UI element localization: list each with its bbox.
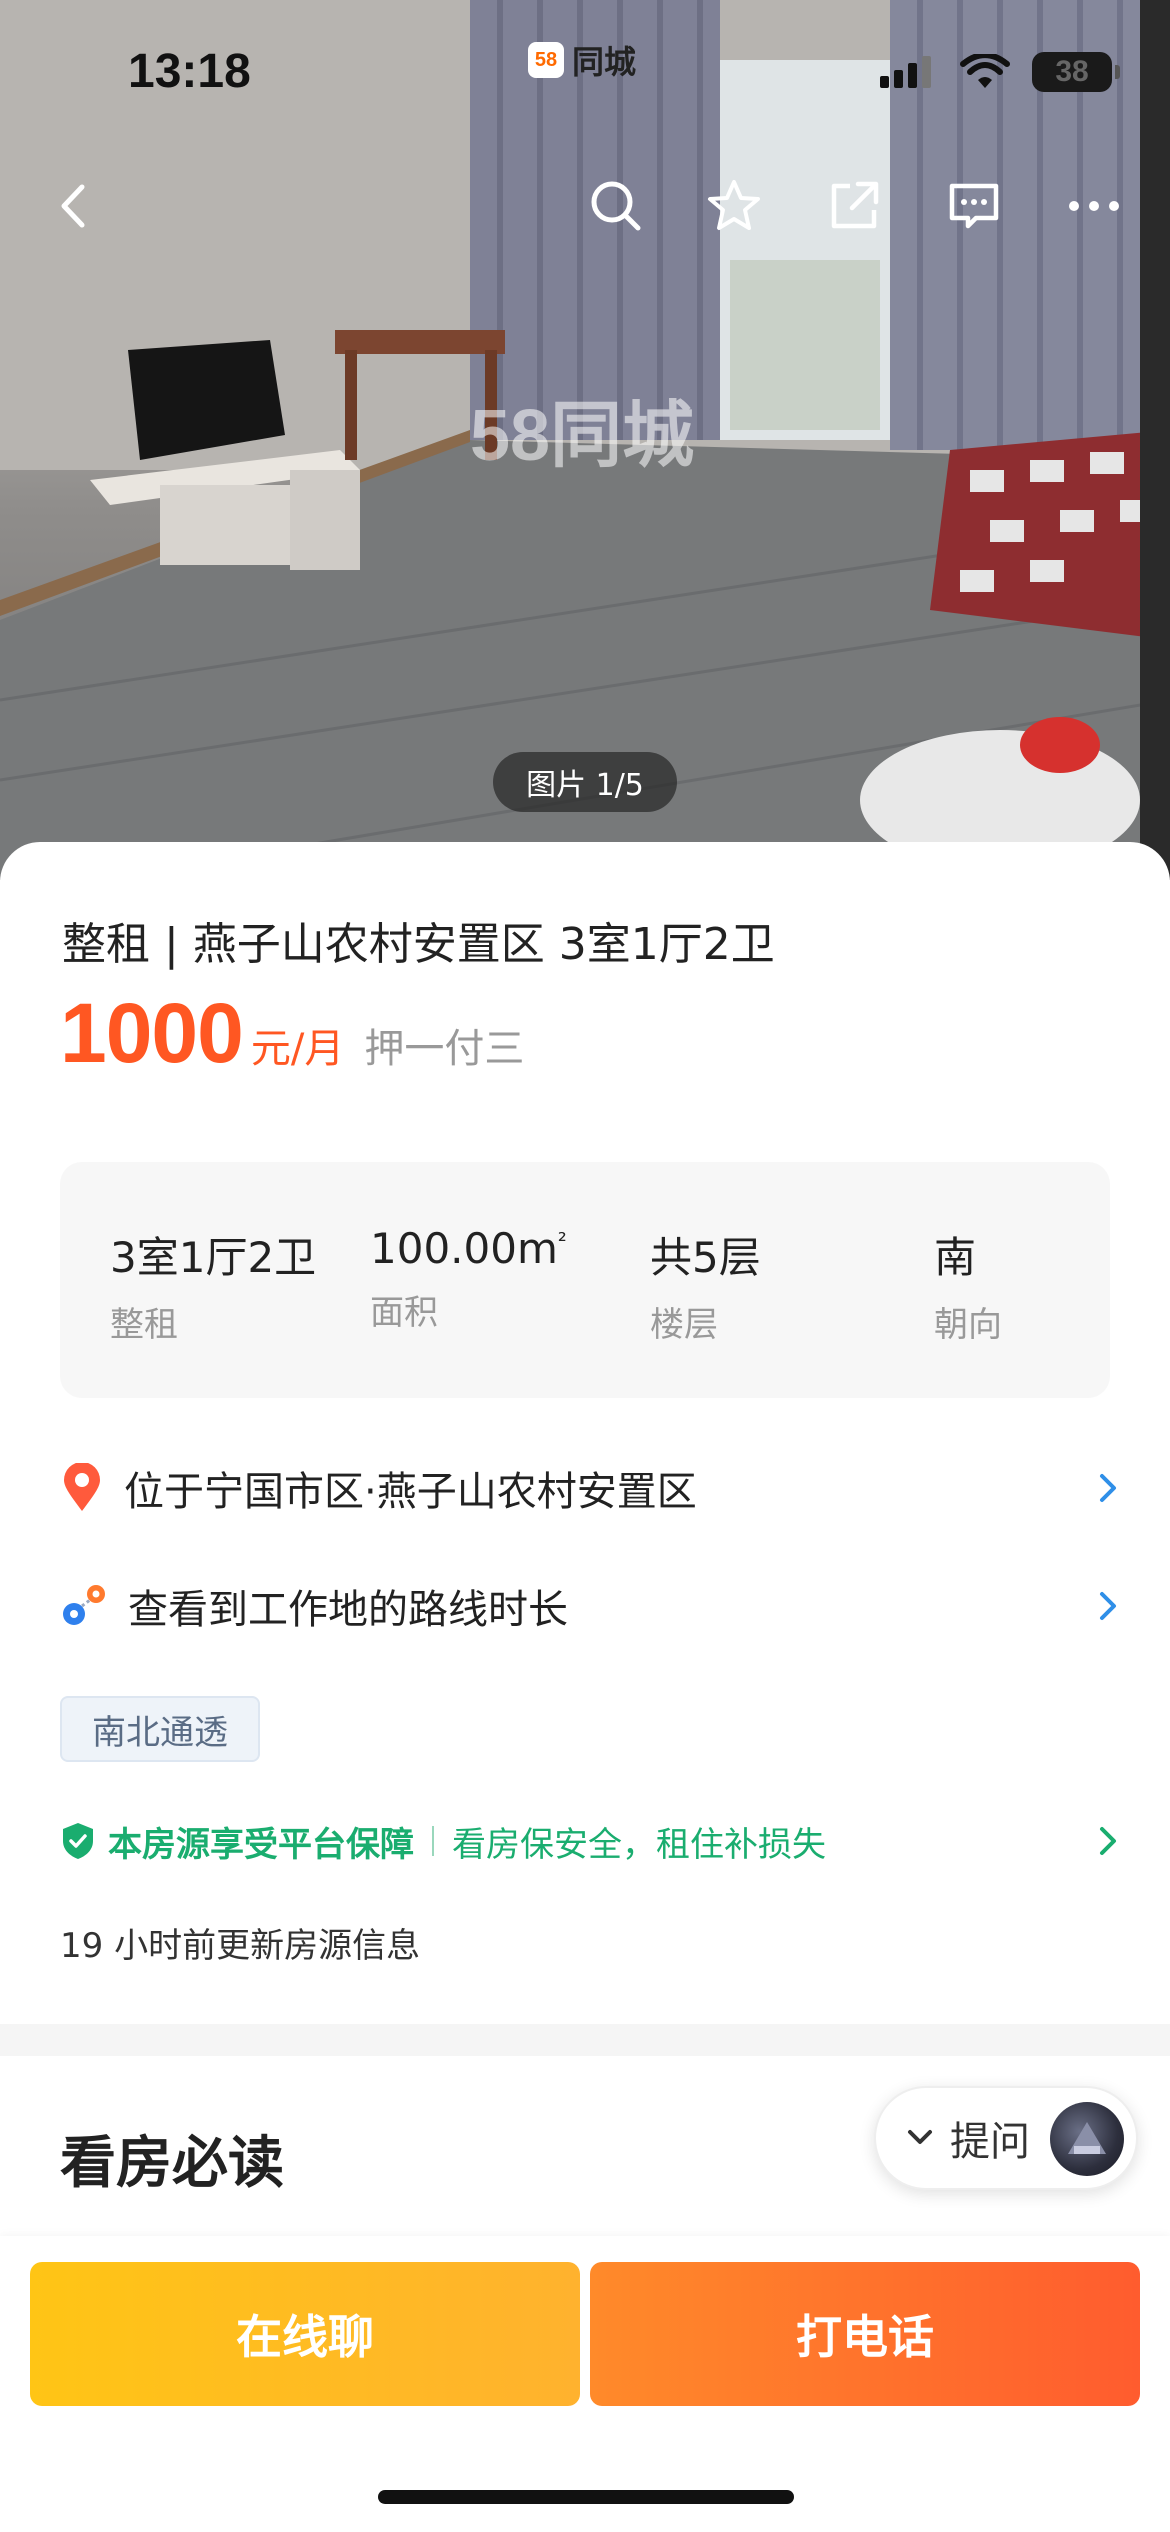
avatar-image xyxy=(1068,2122,1106,2154)
commute-row[interactable]: 查看到工作地的路线时长 xyxy=(60,1576,1120,1636)
chevron-right-icon xyxy=(1100,1592,1116,1620)
fact-value: 100.00m² xyxy=(370,1224,567,1273)
fact-floors: 共5层 楼层 xyxy=(650,1224,761,1346)
section-divider xyxy=(0,2024,1170,2056)
fact-label: 朝向 xyxy=(934,1305,1002,1345)
wifi-icon xyxy=(960,54,1010,88)
commute-text: 查看到工作地的路线时长 xyxy=(128,1587,568,1633)
app-logo: 58 xyxy=(528,42,564,78)
status-app-indicator: 58 同城 xyxy=(528,40,637,81)
update-time: 19 小时前更新房源信息 xyxy=(60,1926,421,1966)
location-row[interactable]: 位于宁国市区·燕子山农村安置区 xyxy=(60,1458,1120,1518)
favorite-button[interactable] xyxy=(704,176,764,236)
location-text: 位于宁国市区·燕子山农村安置区 xyxy=(124,1469,697,1515)
guarantee-separator xyxy=(432,1826,434,1856)
online-chat-button[interactable]: 在线聊 xyxy=(30,2262,580,2406)
chevron-right-icon xyxy=(1100,1827,1116,1855)
facts-panel: 3室1厅2卫 整租 100.00m² 面积 共5层 楼层 南 朝向 xyxy=(60,1162,1110,1398)
back-icon xyxy=(61,184,85,228)
fact-value: 共5层 xyxy=(650,1233,761,1282)
area-unit-sup: ² xyxy=(557,1229,567,1254)
photo-counter: 图片 1/5 xyxy=(493,752,677,812)
back-button[interactable] xyxy=(44,176,104,236)
call-button[interactable]: 打电话 xyxy=(590,2262,1140,2406)
fact-label: 整租 xyxy=(110,1305,178,1345)
more-button[interactable] xyxy=(1064,176,1124,236)
message-icon xyxy=(949,183,999,229)
price-value: 1000 xyxy=(60,986,244,1080)
location-pin-icon xyxy=(64,1463,100,1511)
home-indicator xyxy=(378,2490,794,2504)
more-icon xyxy=(1069,201,1119,211)
shield-check-icon xyxy=(63,1823,93,1859)
room-photo: 58同城 xyxy=(0,0,1170,880)
price-unit: 元/月 xyxy=(250,1026,345,1072)
avatar xyxy=(1050,2102,1124,2176)
guarantee-title: 本房源享受平台保障 xyxy=(108,1824,414,1865)
watermark: 58同城 xyxy=(470,396,694,476)
fact-orientation: 南 朝向 xyxy=(934,1224,1002,1346)
payment-terms: 押一付三 xyxy=(364,1026,525,1072)
fact-area: 100.00m² 面积 xyxy=(370,1224,567,1334)
price-row: 1000 元/月 押一付三 xyxy=(60,985,524,1082)
share-icon xyxy=(831,181,879,229)
fact-value: 南 xyxy=(934,1233,977,1282)
fact-value: 3室1厅2卫 xyxy=(110,1233,317,1282)
app-name: 同城 xyxy=(572,43,637,81)
message-button[interactable] xyxy=(944,176,1004,236)
star-icon xyxy=(708,180,760,230)
area-value: 100.00m xyxy=(370,1224,558,1273)
listing-title: 整租 | 燕子山农村安置区 3室1厅2卫 xyxy=(62,919,775,970)
battery-indicator: 38 xyxy=(1032,52,1120,92)
fact-layout: 3室1厅2卫 整租 xyxy=(110,1224,316,1346)
share-button[interactable] xyxy=(824,176,884,236)
route-icon xyxy=(63,1585,105,1625)
photo-gallery[interactable]: 58同城 13:18 58 同城 38 图片 1/5 xyxy=(0,0,1170,880)
status-indicators: 38 xyxy=(878,52,1120,92)
chevron-right-icon xyxy=(1100,1474,1116,1502)
section-title: 看房必读 xyxy=(60,2131,284,2196)
chevron-down-icon xyxy=(908,2130,932,2144)
fact-label: 楼层 xyxy=(650,1305,718,1345)
feature-tag: 南北通透 xyxy=(60,1696,260,1762)
platform-guarantee[interactable]: 本房源享受平台保障 看房保安全，租住补损失 xyxy=(60,1816,1120,1866)
status-time: 13:18 xyxy=(128,45,251,98)
ask-question-button[interactable]: 提问 xyxy=(874,2086,1138,2190)
fact-label: 面积 xyxy=(370,1293,438,1333)
search-icon xyxy=(591,181,641,231)
guarantee-text: 看房保安全，租住补损失 xyxy=(452,1824,826,1865)
signal-icon xyxy=(880,56,931,88)
search-button[interactable] xyxy=(586,176,646,236)
ask-label: 提问 xyxy=(950,2119,1030,2165)
